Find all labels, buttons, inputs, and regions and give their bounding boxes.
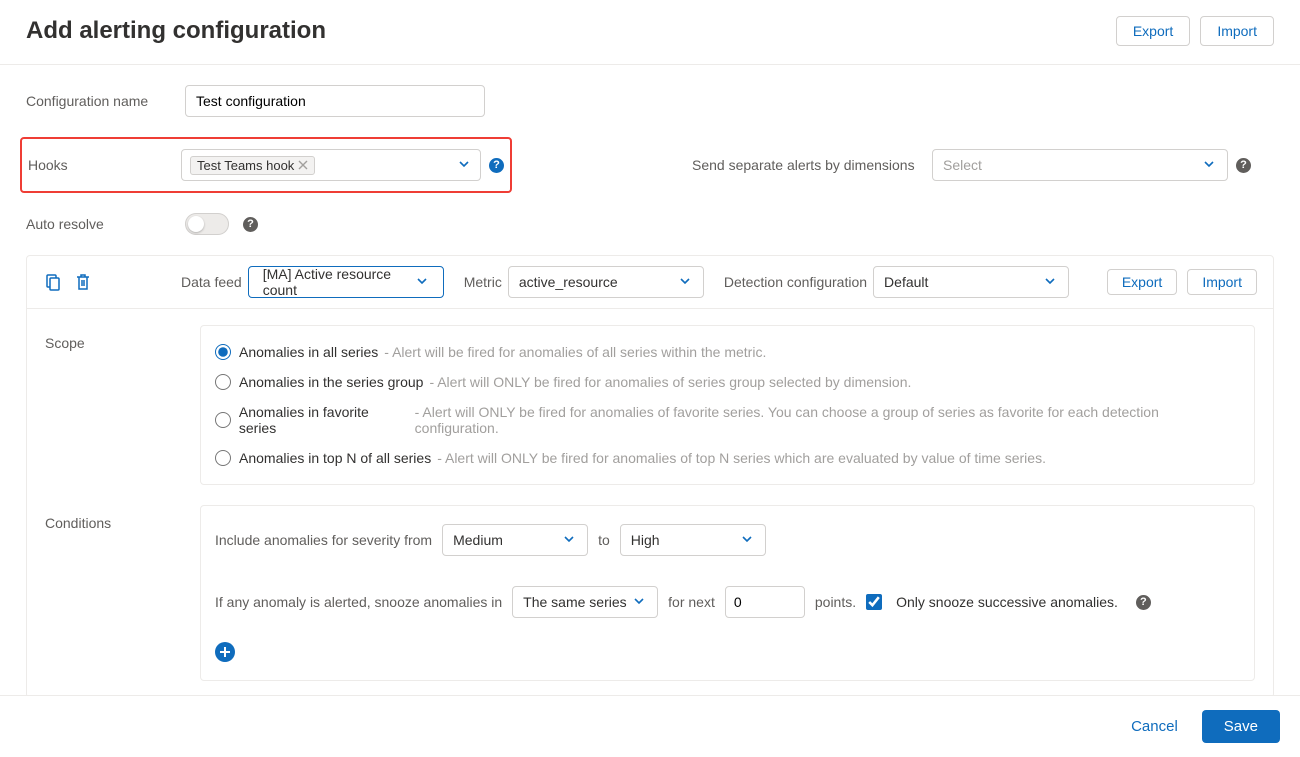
chevron-down-icon xyxy=(563,533,577,547)
data-feed-value: [MA] Active resource count xyxy=(263,266,416,298)
header-actions: Export Import xyxy=(1116,16,1274,46)
snooze-scope-select[interactable]: The same series xyxy=(512,586,658,618)
auto-resolve-help-icon[interactable]: ? xyxy=(243,217,258,232)
scope-option-favorite[interactable]: Anomalies in favorite series - Alert wil… xyxy=(215,404,1240,436)
remove-hook-icon[interactable] xyxy=(298,160,308,170)
for-next-label: for next xyxy=(668,594,715,610)
hooks-tag-label: Test Teams hook xyxy=(197,158,294,173)
cancel-button[interactable]: Cancel xyxy=(1115,710,1194,743)
scope-title-3: Anomalies in top N of all series xyxy=(239,450,431,466)
detection-label: Detection configuration xyxy=(724,274,867,290)
auto-resolve-label: Auto resolve xyxy=(26,216,185,232)
panel-import-button[interactable]: Import xyxy=(1187,269,1257,295)
dimensions-label: Send separate alerts by dimensions xyxy=(692,157,932,173)
scope-radio-topn[interactable] xyxy=(215,450,231,466)
config-name-input[interactable] xyxy=(185,85,485,117)
scope-radio-group[interactable] xyxy=(215,374,231,390)
scope-title-2: Anomalies in favorite series xyxy=(239,404,409,436)
trash-icon[interactable] xyxy=(75,273,91,291)
metric-value: active_resource xyxy=(519,274,618,290)
severity-to-value: High xyxy=(631,532,660,548)
scope-desc-1: - Alert will ONLY be fired for anomalies… xyxy=(429,374,911,390)
successive-checkbox[interactable] xyxy=(866,594,882,610)
config-name-label: Configuration name xyxy=(26,93,185,109)
severity-to-select[interactable]: High xyxy=(620,524,766,556)
scope-desc-2: - Alert will ONLY be fired for anomalies… xyxy=(415,404,1240,436)
hooks-help-icon[interactable]: ? xyxy=(489,158,504,173)
hooks-tag-chip: Test Teams hook xyxy=(190,156,315,175)
scope-option-top-n[interactable]: Anomalies in top N of all series - Alert… xyxy=(215,450,1240,466)
severity-to-label: to xyxy=(598,532,610,548)
panel-export-button[interactable]: Export xyxy=(1107,269,1177,295)
dimensions-placeholder: Select xyxy=(943,157,982,173)
dimensions-help-icon[interactable]: ? xyxy=(1236,158,1251,173)
export-button[interactable]: Export xyxy=(1116,16,1190,46)
chevron-down-icon xyxy=(1044,275,1058,289)
snooze-points-input[interactable] xyxy=(725,586,805,618)
save-button[interactable]: Save xyxy=(1202,710,1280,743)
hooks-highlighted-group: Hooks Test Teams hook ? xyxy=(20,137,512,193)
scope-option-all-series[interactable]: Anomalies in all series - Alert will be … xyxy=(215,344,1240,360)
snooze-scope-value: The same series xyxy=(523,594,626,610)
scope-title-1: Anomalies in the series group xyxy=(239,374,423,390)
scope-section-label: Scope xyxy=(45,325,200,485)
toggle-knob xyxy=(188,216,204,232)
severity-from-value: Medium xyxy=(453,532,503,548)
chevron-down-icon[interactable] xyxy=(458,158,472,172)
severity-from-select[interactable]: Medium xyxy=(442,524,588,556)
conditions-section-label: Conditions xyxy=(45,505,200,681)
chevron-down-icon xyxy=(679,275,693,289)
data-feed-select[interactable]: [MA] Active resource count xyxy=(248,266,444,298)
scope-radio-all[interactable] xyxy=(215,344,231,360)
import-button[interactable]: Import xyxy=(1200,16,1274,46)
hooks-select[interactable]: Test Teams hook xyxy=(181,149,481,181)
scope-radio-favorite[interactable] xyxy=(215,412,231,428)
page-title: Add alerting configuration xyxy=(26,17,326,45)
add-condition-button[interactable] xyxy=(215,642,235,662)
chevron-down-icon xyxy=(741,533,755,547)
snooze-text: If any anomaly is alerted, snooze anomal… xyxy=(215,594,502,610)
scope-desc-0: - Alert will be fired for anomalies of a… xyxy=(384,344,766,360)
hooks-label: Hooks xyxy=(22,157,181,173)
chevron-down-icon xyxy=(416,275,429,289)
metric-label: Metric xyxy=(464,274,502,290)
detection-select[interactable]: Default xyxy=(873,266,1069,298)
auto-resolve-toggle[interactable] xyxy=(185,213,229,235)
dimensions-select[interactable]: Select xyxy=(932,149,1228,181)
data-feed-label: Data feed xyxy=(181,274,242,290)
points-label: points. xyxy=(815,594,856,610)
successive-label: Only snooze successive anomalies. xyxy=(896,594,1118,610)
metric-select[interactable]: active_resource xyxy=(508,266,704,298)
severity-from-text: Include anomalies for severity from xyxy=(215,532,432,548)
successive-help-icon[interactable]: ? xyxy=(1136,595,1151,610)
detection-value: Default xyxy=(884,274,928,290)
scope-desc-3: - Alert will ONLY be fired for anomalies… xyxy=(437,450,1046,466)
chevron-down-icon xyxy=(1203,158,1217,172)
scope-option-series-group[interactable]: Anomalies in the series group - Alert wi… xyxy=(215,374,1240,390)
scope-title-0: Anomalies in all series xyxy=(239,344,378,360)
chevron-down-icon xyxy=(633,595,647,609)
copy-icon[interactable] xyxy=(43,273,61,291)
